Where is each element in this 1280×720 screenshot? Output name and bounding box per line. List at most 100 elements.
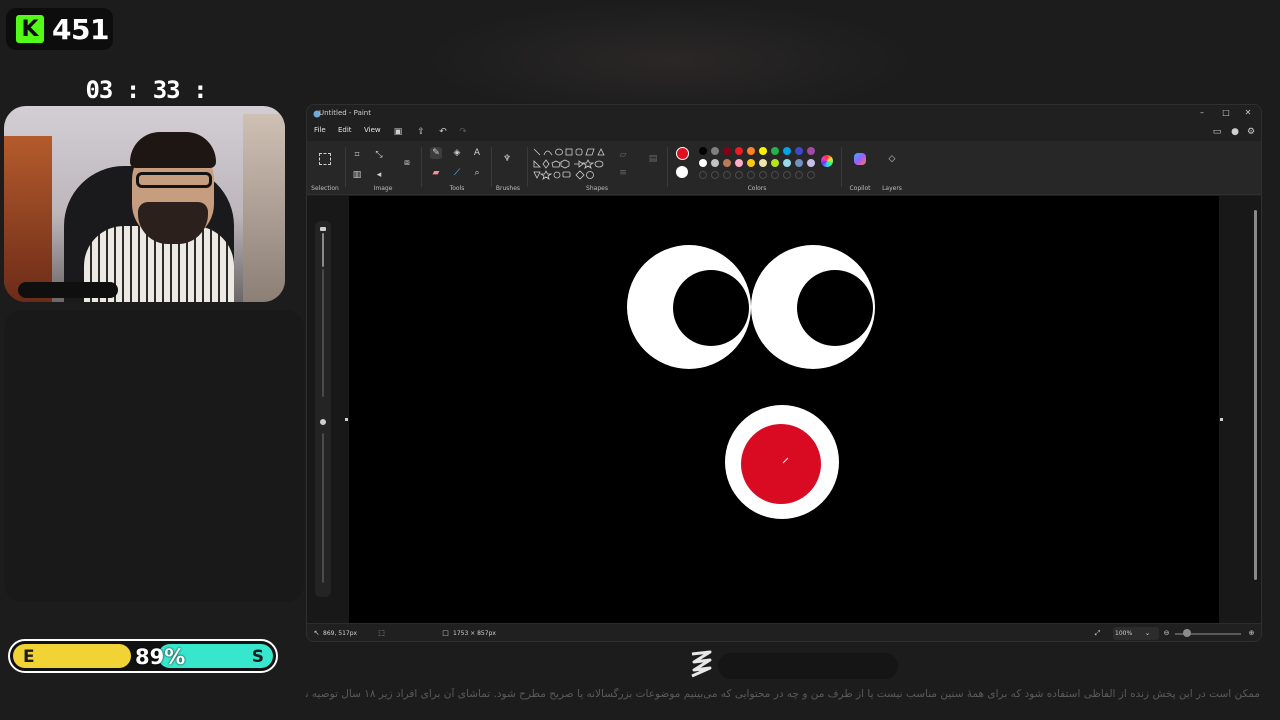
opacity-indicator-icon[interactable] [320,419,326,425]
palette-swatch[interactable] [711,147,719,155]
shape-size-icon[interactable]: ≡ [617,167,629,179]
empty-color-slot[interactable] [735,171,743,179]
channel-logo-icon [691,650,712,678]
brush-icon[interactable]: ♆ [501,153,513,165]
palette-swatch[interactable] [747,147,755,155]
empty-color-slot[interactable] [747,171,755,179]
palette-swatch[interactable] [795,159,803,167]
palette-swatch[interactable] [699,147,707,155]
brush-size-slider[interactable] [315,221,331,597]
pencil-icon[interactable]: ✎ [430,147,442,159]
comment-icon[interactable]: ▭ [1211,126,1223,138]
shape-outline-icon[interactable]: ▱ [617,149,629,161]
minimize-button[interactable]: – [1191,106,1213,120]
settings-gear-icon[interactable]: ⚙ [1245,126,1257,138]
curve-shape-icon [543,150,553,156]
palette-swatch[interactable] [807,159,815,167]
palette-swatch[interactable] [747,159,755,167]
close-button[interactable]: ✕ [1237,106,1259,120]
share-icon[interactable]: ⇪ [415,126,427,138]
account-icon[interactable]: ● [1229,126,1241,138]
paint-window: Untitled - Paint – □ ✕ File Edit View ▣ … [306,104,1262,642]
menu-edit[interactable]: Edit [338,126,352,134]
palette-swatch[interactable] [723,147,731,155]
empty-color-slot[interactable] [723,171,731,179]
save-icon[interactable]: ▣ [392,126,404,138]
fill-bucket-icon[interactable]: ◈ [451,147,463,159]
title-bar: Untitled - Paint – □ ✕ [307,105,1261,123]
selection-size-icon: ⬚ [378,629,385,637]
kick-viewer-badge: K 451 [6,8,113,50]
palette-swatch[interactable] [759,159,767,167]
layers-icon[interactable]: ◇ [886,153,898,165]
redo-icon[interactable]: ↷ [457,126,469,138]
shapes-gallery[interactable] [532,147,610,183]
zoom-out-icon[interactable]: ⊖ [1162,629,1171,638]
zoom-in-icon[interactable]: ⊕ [1247,629,1256,638]
image-select-icon[interactable]: ⧈ [401,157,413,169]
line-shape-icon [533,148,541,156]
edit-colors-icon[interactable] [821,155,833,167]
palette-swatch[interactable] [723,159,731,167]
color-picker-icon[interactable]: ⟋ [451,167,463,179]
palette-swatch[interactable] [735,159,743,167]
crop-icon[interactable]: ⌗ [351,149,363,161]
palette-swatch[interactable] [783,159,791,167]
energy-left-label: E [23,647,35,667]
resize-icon[interactable]: ⤡ [373,149,385,161]
rotate-icon[interactable]: ◂ [373,169,385,181]
zoom-dropdown[interactable]: 100% ⌄ [1113,627,1159,640]
vertical-scrollbar[interactable] [1251,196,1259,623]
mouth-red [741,424,821,504]
ribbon-label-brushes: Brushes [495,185,521,192]
secondary-color-swatch[interactable] [676,166,688,178]
canvas-resize-handle-left[interactable] [345,418,348,421]
webcam-streamer-hair [130,132,216,168]
maximize-button[interactable]: □ [1215,106,1237,120]
star-five-shape-icon [539,170,553,180]
empty-color-slot[interactable] [807,171,815,179]
skew-icon[interactable]: ▥ [351,169,363,181]
primary-color-swatch[interactable] [676,147,689,160]
palette-swatch[interactable] [711,159,719,167]
menu-file[interactable]: File [314,126,326,134]
cursor-position: 869, 517px [323,630,358,637]
empty-color-slot[interactable] [759,171,767,179]
canvas-resize-handle-right[interactable] [1220,418,1223,421]
palette-swatch[interactable] [771,159,779,167]
empty-color-slot[interactable] [699,171,707,179]
eraser-icon[interactable]: ▰ [430,167,442,179]
zoom-slider-thumb[interactable] [1183,629,1191,637]
hexagon-shape-icon [560,159,570,169]
ribbon-separator [527,147,528,187]
background-glow [420,0,920,120]
opacity-slider-track[interactable] [322,433,324,583]
palette-swatch[interactable] [795,147,803,155]
oval-shape-icon [555,148,563,156]
empty-color-slot[interactable] [711,171,719,179]
ribbon-label-copilot: Copilot [849,185,871,192]
palette-swatch[interactable] [759,147,767,155]
empty-color-slot[interactable] [783,171,791,179]
palette-swatch[interactable] [771,147,779,155]
copilot-icon[interactable] [854,153,866,165]
drawing-canvas[interactable] [349,196,1219,623]
fit-to-window-icon[interactable]: ⤢ [1093,629,1102,638]
empty-color-slot[interactable] [795,171,803,179]
shape-fill-icon[interactable]: ▤ [647,153,659,165]
empty-color-slot[interactable] [771,171,779,179]
vertical-scrollbar-thumb[interactable] [1254,210,1257,580]
menu-view[interactable]: View [364,126,381,134]
palette-swatch[interactable] [783,147,791,155]
ribbon-label-selection: Selection [311,185,339,192]
magnifier-icon[interactable]: ⌕ [471,167,483,179]
kick-logo-icon: K [16,15,44,43]
text-tool-icon[interactable]: A [471,147,483,159]
palette-swatch[interactable] [807,147,815,155]
selection-tool-icon[interactable] [319,153,331,165]
undo-icon[interactable]: ↶ [437,126,449,138]
drawing [627,245,875,519]
palette-swatch[interactable] [735,147,743,155]
palette-swatch[interactable] [699,159,707,167]
ribbon-label-colors: Colors [747,185,767,192]
